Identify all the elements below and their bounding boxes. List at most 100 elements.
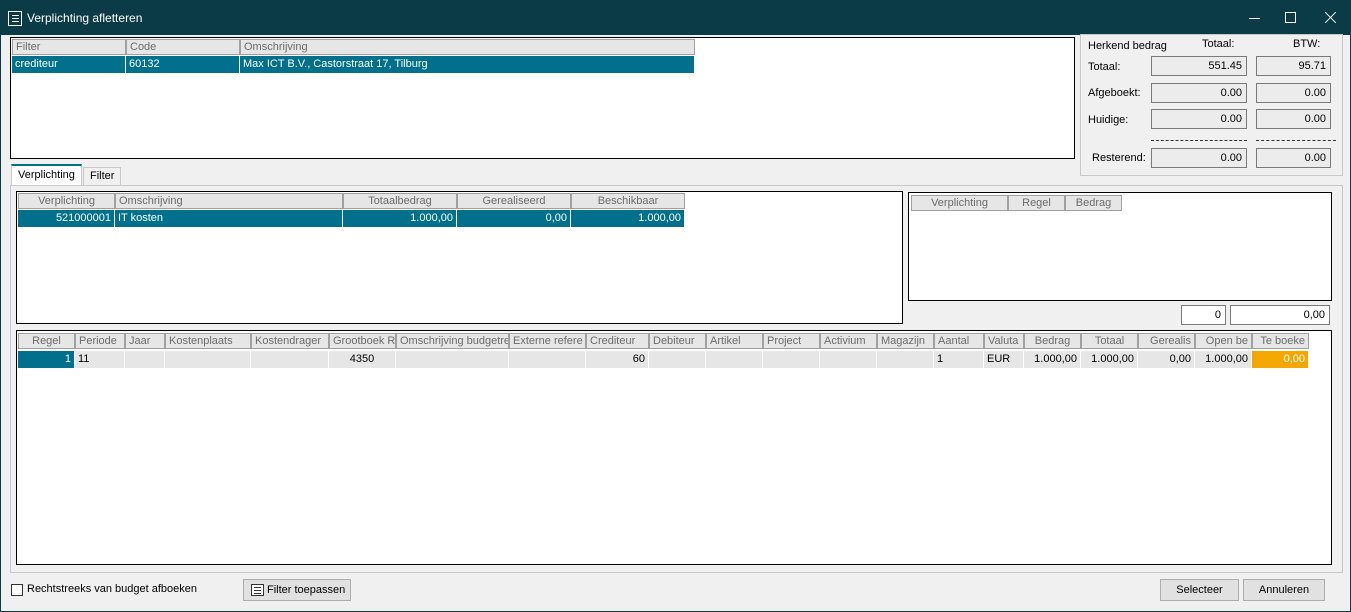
column-header-externe-referentie[interactable]: Externe refere: [509, 333, 586, 349]
maximize-button[interactable]: [1277, 7, 1305, 29]
kostendrager-cell[interactable]: [251, 351, 329, 368]
debiteur-cell[interactable]: [649, 351, 706, 368]
te-boeken-cell[interactable]: 0,00: [1252, 351, 1309, 368]
regel-cell[interactable]: 1: [18, 351, 75, 368]
project-cell[interactable]: [763, 351, 820, 368]
column-header-magazijn[interactable]: Magazijn: [877, 333, 934, 349]
checkbox-label: Rechtstreeks van budget afboeken: [27, 583, 198, 595]
column-header-grootboek[interactable]: Grootboek Re: [329, 333, 396, 349]
beschikbaar-cell[interactable]: 1.000,00: [571, 210, 685, 227]
close-button[interactable]: [1317, 7, 1345, 29]
magazijn-cell[interactable]: [877, 351, 934, 368]
column-header-regel[interactable]: Regel: [1008, 195, 1065, 211]
column-header-periode[interactable]: Periode: [75, 333, 125, 349]
column-header-open-bedrag[interactable]: Open be: [1195, 333, 1252, 349]
totaalbedrag-cell[interactable]: 1.000,00: [343, 210, 457, 227]
afgeboekt-btw: 0.00: [1256, 83, 1331, 103]
column-header-activium[interactable]: Activium: [820, 333, 877, 349]
bedrag-cell[interactable]: 1.000,00: [1024, 351, 1081, 368]
column-header-verplichting[interactable]: Verplichting: [911, 195, 1008, 211]
tab-verplichting[interactable]: Verplichting: [11, 164, 82, 185]
column-header-regel[interactable]: Regel: [18, 333, 75, 349]
totaal-amount: 551.45: [1151, 56, 1247, 76]
allocation-grid[interactable]: Verplichting Regel Bedrag: [908, 192, 1332, 301]
dialog-window: Verplichting afletteren Filter Code Omsc…: [0, 0, 1351, 612]
minimize-icon: [1249, 18, 1260, 19]
count-field[interactable]: 0: [1181, 305, 1226, 325]
resterend-btw: 0.00: [1256, 148, 1331, 168]
annuleren-button[interactable]: Annuleren: [1243, 579, 1325, 601]
open-bedrag-cell[interactable]: 1.000,00: [1195, 351, 1252, 368]
column-header-gerealiseerd[interactable]: Gerealiseerd: [457, 193, 571, 209]
column-header-bedrag[interactable]: Bedrag: [1024, 333, 1081, 349]
column-header-kostenplaats[interactable]: Kostenplaats: [165, 333, 251, 349]
totaal-cell[interactable]: 1.000,00: [1081, 351, 1138, 368]
filter-grid[interactable]: Filter Code Omschrijving crediteur 60132…: [10, 37, 1075, 159]
gerealiseerd-cell[interactable]: 0,00: [457, 210, 571, 227]
summary-panel: Herkend bedrag Totaal: BTW: Totaal: 551.…: [1080, 34, 1343, 176]
huidige-btw: 0.00: [1256, 109, 1331, 129]
valuta-cell[interactable]: EUR: [984, 351, 1024, 368]
window-title: Verplichting afletteren: [27, 11, 143, 25]
regels-grid[interactable]: Regel Periode Jaar Kostenplaats Kostendrager…: [16, 330, 1332, 565]
label-resterend: Resterend:: [1092, 152, 1146, 164]
column-header-totaalbedrag[interactable]: Totaalbedrag: [343, 193, 457, 209]
column-header-bedrag[interactable]: Bedrag: [1065, 195, 1122, 211]
omschrijving-budget-cell[interactable]: [396, 351, 509, 368]
column-header-artikel[interactable]: Artikel: [706, 333, 763, 349]
column-header-omschrijving-budget[interactable]: Omschrijving budgetre: [396, 333, 509, 349]
amount-field[interactable]: 0,00: [1230, 305, 1330, 325]
filter-cell[interactable]: crediteur: [12, 56, 126, 73]
column-header-omschrijving[interactable]: Omschrijving: [115, 193, 343, 209]
column-header-jaar[interactable]: Jaar: [125, 333, 165, 349]
externe-referentie-cell[interactable]: [509, 351, 586, 368]
column-header-totaal[interactable]: Totaal: [1081, 333, 1138, 349]
afgeboekt-amount: 0.00: [1151, 83, 1247, 103]
column-header-verplichting[interactable]: Verplichting: [18, 193, 115, 209]
filter-toepassen-label: Filter toepassen: [267, 584, 346, 596]
artikel-cell[interactable]: [706, 351, 763, 368]
column-header-valuta[interactable]: Valuta: [984, 333, 1024, 349]
column-header-gerealiseerd[interactable]: Gerealis: [1138, 333, 1195, 349]
separator: [1256, 140, 1336, 141]
label-huidige: Huidige:: [1088, 114, 1129, 126]
column-header-filter[interactable]: Filter: [12, 39, 126, 55]
title-bar: Verplichting afletteren: [1, 1, 1350, 35]
budget-checkbox[interactable]: [11, 584, 23, 596]
verplichting-grid[interactable]: Verplichting Omschrijving Totaalbedrag G…: [16, 191, 903, 324]
minimize-button[interactable]: [1241, 7, 1269, 29]
summary-col-btw: BTW:: [1293, 38, 1321, 50]
grootboek-cell[interactable]: 4350: [329, 351, 396, 368]
verplichting-number-cell[interactable]: 521000001: [18, 210, 115, 227]
column-header-debiteur[interactable]: Debiteur: [649, 333, 706, 349]
aantal-cell[interactable]: 1: [934, 351, 984, 368]
totaal-btw: 95.71: [1256, 56, 1331, 76]
kostenplaats-cell[interactable]: [165, 351, 251, 368]
jaar-cell[interactable]: [125, 351, 165, 368]
huidige-amount: 0.00: [1151, 109, 1247, 129]
omschrijving-cell[interactable]: Max ICT B.V., Castorstraat 17, Tilburg: [240, 56, 695, 73]
filter-toepassen-button[interactable]: Filter toepassen: [243, 579, 351, 601]
activium-cell[interactable]: [820, 351, 877, 368]
periode-cell[interactable]: 11: [75, 351, 125, 368]
column-header-omschrijving[interactable]: Omschrijving: [240, 39, 695, 55]
column-header-crediteur[interactable]: Crediteur: [586, 333, 649, 349]
column-header-project[interactable]: Project: [763, 333, 820, 349]
filter-icon: [251, 584, 264, 596]
column-header-te-boeken[interactable]: Te boeke: [1252, 333, 1309, 349]
crediteur-cell[interactable]: 60: [586, 351, 649, 368]
resterend-amount: 0.00: [1151, 148, 1247, 168]
column-header-beschikbaar[interactable]: Beschikbaar: [571, 193, 685, 209]
selecteer-button[interactable]: Selecteer: [1160, 579, 1239, 601]
column-header-kostendrager[interactable]: Kostendrager: [251, 333, 329, 349]
gerealiseerd-cell[interactable]: 0,00: [1138, 351, 1195, 368]
column-header-code[interactable]: Code: [126, 39, 240, 55]
column-header-aantal[interactable]: Aantal: [934, 333, 984, 349]
tab-filter[interactable]: Filter: [83, 167, 122, 185]
verplichting-omschrijving-cell[interactable]: IT kosten: [115, 210, 343, 227]
maximize-icon: [1285, 12, 1296, 23]
separator: [1151, 140, 1247, 141]
label-afgeboekt: Afgeboekt:: [1088, 87, 1141, 99]
document-icon: [8, 11, 22, 26]
code-cell[interactable]: 60132: [126, 56, 240, 73]
